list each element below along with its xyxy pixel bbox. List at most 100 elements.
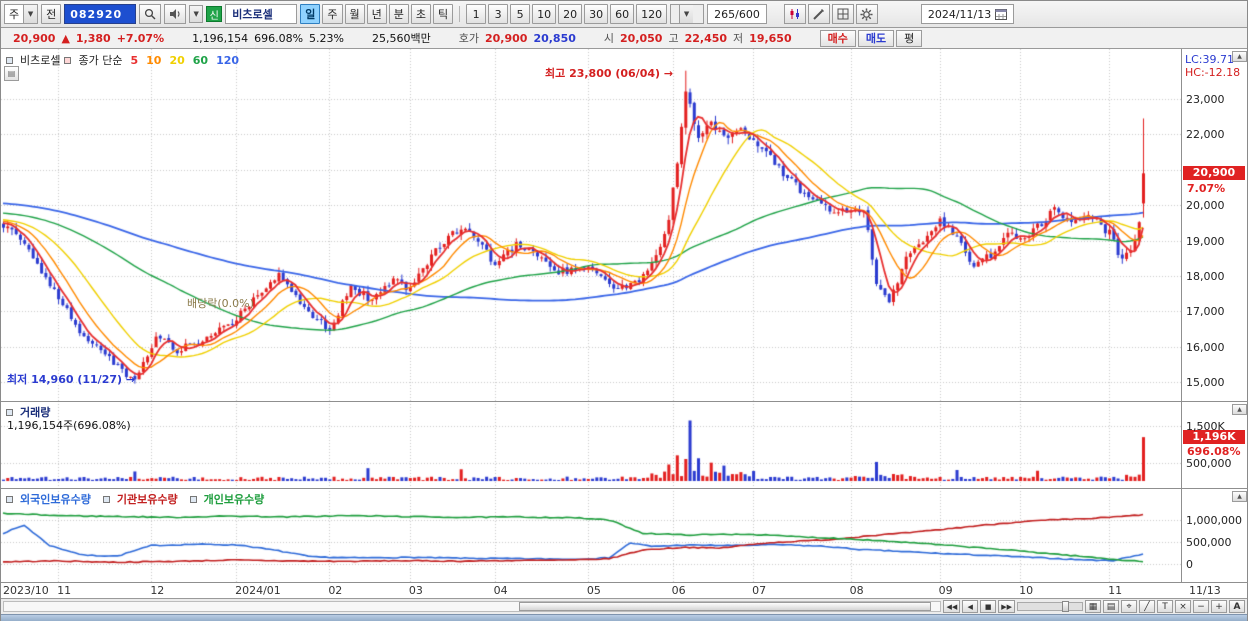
date-picker[interactable]: 2024/11/13 [920, 4, 1015, 24]
price-axis-label: 23,000 [1186, 93, 1225, 106]
chart-nav-buttons: ◀◀ ◀ ■ ▶▶ [943, 600, 1015, 613]
chart-window: 주 전 082920 신 비츠로셀 일주월년분초틱 13510203060120… [0, 0, 1248, 621]
lc-indicator: LC:39.71 [1185, 53, 1235, 66]
ma10-legend: 10 [146, 53, 162, 67]
timeframe-button-4[interactable]: 분 [388, 4, 409, 24]
hscrollbar-handle[interactable] [519, 602, 932, 611]
interval-button-30[interactable]: 30 [584, 4, 609, 24]
price-chart-legend: 비츠로셀 종가 단순 5 10 20 60 120 [6, 52, 239, 68]
pane-layout-icon[interactable]: ▤ [1103, 600, 1119, 613]
x-axis-label-11: 11 [57, 584, 72, 597]
candle-chart-button[interactable] [783, 4, 806, 24]
grid-tool-icon[interactable]: ▦ [1085, 600, 1101, 613]
draw-tool-button[interactable] [807, 4, 830, 24]
search-button[interactable] [139, 4, 162, 24]
price-axis-column: LC:39.71 HC:-12.18 20,900 7.07% 1,196K 6… [1182, 49, 1248, 598]
timeframe-button-2[interactable]: 월 [344, 4, 365, 24]
x-axis-label-11: 11 [1108, 584, 1123, 597]
font-size-button[interactable]: A [1229, 600, 1245, 613]
price-axis-label: 18,000 [1186, 270, 1225, 283]
price-chart-canvas[interactable] [1, 49, 1181, 401]
ma20-legend: 20 [169, 53, 185, 67]
text-tool-icon[interactable]: T [1157, 600, 1173, 613]
bottom-toolbar: ◀◀ ◀ ■ ▶▶ ▦ ▤ ⌖ ╱ T × − + A [1, 598, 1247, 614]
price-axis-label: 20,000 [1186, 199, 1225, 213]
period-type-combo[interactable]: 주 [4, 4, 39, 24]
interval-button-5[interactable]: 5 [510, 4, 531, 24]
hoga-label: 호가 [458, 32, 479, 45]
section-divider[interactable] [1, 401, 1248, 402]
scroll-end-button[interactable]: ▶▶ [998, 600, 1015, 613]
stock-name-display: 비츠로셀 [225, 4, 298, 24]
x-axis-label-03: 03 [408, 584, 423, 597]
legend-marker-icon [64, 56, 72, 64]
stock-history-dropdown[interactable] [189, 5, 204, 23]
low-label: 저 [733, 32, 744, 45]
collapse-price-panel-button[interactable] [1232, 51, 1247, 62]
interval-button-3[interactable]: 3 [488, 4, 509, 24]
timeframe-button-group: 일주월년분초틱 [300, 4, 454, 24]
volume-detail: 1,196,154주(696.08%) [7, 419, 131, 432]
high-label: 고 [668, 32, 679, 45]
candle-chart-icon [790, 9, 799, 19]
crosshair-tool-icon[interactable]: ⌖ [1121, 600, 1137, 613]
date-value: 2024/11/13 [927, 7, 992, 21]
right-arrow-icon: → [663, 67, 674, 80]
sound-button[interactable] [164, 4, 187, 24]
bid-price: 20,850 [533, 31, 576, 45]
trendline-tool-icon[interactable]: ╱ [1139, 600, 1155, 613]
interval-button-10[interactable]: 10 [532, 4, 557, 24]
collapse-holdings-panel-button[interactable] [1232, 491, 1247, 502]
timeframe-button-6[interactable]: 틱 [433, 4, 454, 24]
collapse-volume-panel-button[interactable] [1232, 404, 1247, 415]
jeon-button[interactable]: 전 [41, 4, 62, 24]
scroll-start-button[interactable]: ◀◀ [943, 600, 961, 613]
timeframe-button-5[interactable]: 초 [410, 4, 431, 24]
top-toolbar: 주 전 082920 신 비츠로셀 일주월년분초틱 13510203060120… [1, 1, 1247, 28]
interval-button-group: 1 3 5 10 20 30 60 120 [466, 4, 668, 24]
interval-combo-disabled[interactable] [670, 4, 705, 24]
timeframe-button-1[interactable]: 주 [322, 4, 343, 24]
legend-marker-icon [189, 495, 197, 503]
volume-chart-canvas[interactable] [1, 401, 1181, 488]
slider-knob[interactable] [1061, 601, 1069, 612]
timeframe-button-3[interactable]: 년 [366, 4, 387, 24]
foreign-holdings-legend: 외국인보유수량 [20, 493, 91, 506]
zoom-out-icon[interactable]: − [1193, 600, 1209, 613]
sell-button[interactable]: 매도 [857, 29, 895, 47]
interval-button-1[interactable]: 1 [466, 4, 487, 24]
zoom-in-icon[interactable]: + [1211, 600, 1227, 613]
interval-button-120[interactable]: 120 [636, 4, 668, 24]
low-annotation-text: 최저 14,960 (11/27) [7, 373, 123, 386]
erase-tool-icon[interactable]: × [1175, 600, 1191, 613]
scroll-left-button[interactable]: ◀ [962, 600, 979, 613]
turnover-rate: 5.23% [309, 31, 344, 45]
interval-button-20[interactable]: 20 [558, 4, 583, 24]
chart-mini-tool-button[interactable]: ▤ [4, 66, 19, 81]
settings-button[interactable] [855, 4, 878, 24]
interval-button-60[interactable]: 60 [610, 4, 635, 24]
multi-chart-button[interactable] [831, 4, 854, 24]
section-divider[interactable] [1, 488, 1248, 489]
current-price-badge: 20,900 [1183, 166, 1245, 180]
ex-dividend-annotation: 배당락(0.0%) [187, 297, 254, 310]
stock-code-input[interactable]: 082920 [64, 4, 137, 24]
stop-button[interactable]: ■ [980, 600, 997, 613]
individual-holdings-legend: 개인보유수량 [203, 493, 265, 506]
chevron-down-icon[interactable] [23, 5, 38, 23]
search-icon [145, 8, 156, 20]
x-axis-label-10: 10 [1019, 584, 1034, 597]
window-resize-strip[interactable] [1, 614, 1247, 621]
institution-holdings-legend: 기관보유수량 [116, 493, 178, 506]
info-bar: 20,900 ▲ 1,380 +7.07% 1,196,154 696.08% … [1, 28, 1247, 49]
speaker-icon [170, 9, 180, 19]
price-change-pct: +7.07% [116, 31, 165, 45]
chart-hscrollbar[interactable] [3, 601, 942, 612]
chevron-down-icon [679, 5, 694, 23]
avg-button[interactable]: 평 [896, 29, 923, 47]
chart-zoom-slider[interactable] [1017, 601, 1083, 612]
buy-button[interactable]: 매수 [819, 29, 856, 47]
price-up-arrow-icon: ▲ [61, 31, 70, 45]
timeframe-button-0[interactable]: 일 [300, 4, 321, 24]
legend-marker-icon [102, 495, 110, 503]
